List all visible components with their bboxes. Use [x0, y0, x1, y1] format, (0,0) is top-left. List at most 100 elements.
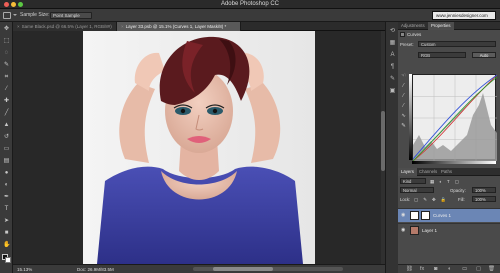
eyedropper-tool-preset-icon[interactable]: [3, 12, 11, 19]
gray-point-eyedropper-icon[interactable]: ⁄: [400, 93, 407, 100]
layer-name[interactable]: Curves 1: [433, 213, 451, 218]
paragraph-panel-icon[interactable]: ¶: [389, 64, 396, 71]
adjustments-panel-tabs: Adjustments Properties: [398, 22, 500, 30]
eyedropper-tool-icon[interactable]: ⁄: [3, 86, 10, 93]
curve-pencil-tool-icon[interactable]: ✎: [400, 123, 407, 130]
quick-select-tool-icon[interactable]: ✎: [3, 62, 10, 69]
brush-panel-icon[interactable]: ✎: [389, 76, 396, 83]
document-info[interactable]: Doc: 26.9M/83.5M: [77, 266, 114, 273]
close-tab-icon[interactable]: ×: [121, 24, 124, 29]
preset-select[interactable]: Custom: [418, 41, 496, 47]
move-tool-icon[interactable]: ✥: [3, 26, 10, 33]
clone-stamp-tool-icon[interactable]: ▲: [3, 122, 10, 129]
tab-adjustments[interactable]: Adjustments: [398, 22, 428, 30]
healing-brush-tool-icon[interactable]: ✚: [3, 98, 10, 105]
canvas-area[interactable]: [13, 31, 385, 264]
visibility-eye-icon[interactable]: ◉: [401, 213, 407, 218]
document-tabs: × Same Black.psd @ 66.5% (Layer 1, RGB/8#…: [13, 22, 385, 31]
input-gradient: [412, 161, 496, 164]
document-tab-same-black[interactable]: × Same Black.psd @ 66.5% (Layer 1, RGB/8#…: [13, 22, 117, 31]
layer-name[interactable]: Layer 1: [422, 228, 437, 233]
new-group-icon[interactable]: ▭: [462, 266, 467, 272]
collapsed-panels-strip: ⟲ ▦ A ¶ ✎ ▣: [385, 22, 398, 273]
dodge-tool-icon[interactable]: ◐: [3, 182, 10, 189]
marquee-tool-icon[interactable]: ⬚: [3, 38, 10, 45]
lock-label: Lock:: [400, 197, 411, 202]
tab-layers[interactable]: Layers: [398, 168, 417, 176]
new-layer-icon[interactable]: ▢: [476, 266, 481, 272]
tools-panel: ✥ ⬚ ◌ ✎ ⌗ ⁄ ✚ ╱ ▲ ↺ ▭ ▤ ● ◐ ✒ T ➤ ■ ✋: [0, 22, 13, 273]
character-panel-icon[interactable]: A: [389, 52, 396, 59]
type-tool-icon[interactable]: T: [3, 206, 10, 213]
crop-tool-icon[interactable]: ⌗: [3, 74, 10, 81]
layer-filter-select[interactable]: Kind: [400, 178, 426, 184]
close-tab-icon[interactable]: ×: [17, 24, 20, 29]
curves-graph[interactable]: [412, 74, 498, 162]
gradient-tool-icon[interactable]: ▤: [3, 158, 10, 165]
lasso-tool-icon[interactable]: ◌: [3, 50, 10, 57]
rectangle-tool-icon[interactable]: ■: [3, 230, 10, 237]
delete-layer-icon[interactable]: 🗑: [488, 266, 495, 272]
tab-channels[interactable]: Channels: [416, 168, 440, 176]
link-layers-icon[interactable]: ⛓: [406, 266, 413, 272]
layer-style-icon[interactable]: fx: [420, 266, 424, 272]
lock-icons[interactable]: ▢ ✎ ✥ 🔒: [414, 197, 448, 203]
opacity-label: Opacity:: [450, 188, 466, 193]
layers-panel-tabs: Layers Channels Paths: [398, 168, 500, 176]
history-brush-tool-icon[interactable]: ↺: [3, 134, 10, 141]
channel-select[interactable]: RGB: [418, 52, 466, 58]
status-bar: 15.13% Doc: 26.9M/83.5M: [13, 264, 385, 273]
fill-field[interactable]: 100%: [472, 196, 496, 202]
brush-tool-icon[interactable]: ╱: [3, 110, 10, 117]
curve-point-tool-icon[interactable]: ∿: [400, 113, 407, 120]
on-image-adjust-icon[interactable]: ☜: [400, 73, 407, 80]
background-color-swatch[interactable]: [5, 257, 11, 263]
tab-paths[interactable]: Paths: [438, 168, 455, 176]
curves-header: Curves: [400, 32, 421, 37]
layer-thumbnail: [410, 226, 419, 235]
scrollbar-thumb[interactable]: [213, 267, 273, 271]
app-title: Adobe Photoshop CC: [220, 1, 280, 7]
curves-adjustment-icon: [400, 32, 405, 37]
black-point-eyedropper-icon[interactable]: ⁄: [400, 83, 407, 90]
right-panels: Adjustments Properties Curves Preset: Cu…: [398, 22, 500, 273]
layer-row-layer-1[interactable]: ◉ Layer 1: [398, 223, 500, 237]
eraser-tool-icon[interactable]: ▭: [3, 146, 10, 153]
layer-filter-icons[interactable]: ▦ ◐ T ▢: [430, 179, 461, 185]
swatches-panel-icon[interactable]: ▣: [389, 88, 396, 95]
blur-tool-icon[interactable]: ●: [3, 170, 10, 177]
layers-panel-footer: ⛓ fx ◙ ◐ ▭ ▢ 🗑: [398, 264, 500, 273]
curve-tools: ☜ ⁄ ⁄ ⁄ ∿ ✎: [400, 73, 408, 133]
document-tab-layer-33[interactable]: × Layer 33.psb @ 15.1% (Curves 1, Layer M…: [117, 22, 241, 31]
adjustment-thumbnail: [410, 211, 419, 220]
blend-mode-select[interactable]: Normal: [400, 187, 434, 193]
curves-plot: [412, 74, 498, 162]
new-adjustment-icon[interactable]: ◐: [448, 266, 451, 272]
visibility-eye-icon[interactable]: ◉: [401, 228, 407, 233]
hand-tool-icon[interactable]: ✋: [3, 242, 10, 249]
opacity-field[interactable]: 100%: [472, 187, 496, 193]
title-bar: Adobe Photoshop CC: [0, 0, 500, 9]
horizontal-scrollbar[interactable]: [193, 267, 343, 271]
properties-panel-icon[interactable]: ▦: [389, 40, 396, 47]
layer-row-curves-1[interactable]: ◉ Curves 1: [398, 208, 500, 222]
portrait-photo[interactable]: [83, 31, 315, 264]
add-mask-icon[interactable]: ◙: [434, 266, 437, 272]
path-selection-tool-icon[interactable]: ➤: [3, 218, 10, 225]
chevron-down-icon[interactable]: [13, 14, 17, 16]
sample-size-label: Sample Size:: [20, 12, 50, 18]
tab-properties[interactable]: Properties: [428, 22, 454, 30]
url-field: www.jenniesdesigner.com: [432, 11, 496, 20]
layer-mask-thumbnail[interactable]: [421, 211, 430, 220]
curves-title: Curves: [407, 32, 422, 37]
options-bar: Sample Size: Point Sample www.jenniesdes…: [0, 9, 500, 22]
preset-label: Preset:: [400, 42, 414, 47]
pen-tool-icon[interactable]: ✒: [3, 194, 10, 201]
white-point-eyedropper-icon[interactable]: ⁄: [400, 103, 407, 110]
fill-label: Fill:: [458, 197, 465, 202]
sample-size-select[interactable]: Point Sample: [50, 12, 92, 19]
history-panel-icon[interactable]: ⟲: [389, 28, 396, 35]
portrait-image: [83, 31, 315, 264]
zoom-level-field[interactable]: 15.13%: [17, 266, 39, 273]
auto-button[interactable]: Auto: [472, 52, 496, 58]
